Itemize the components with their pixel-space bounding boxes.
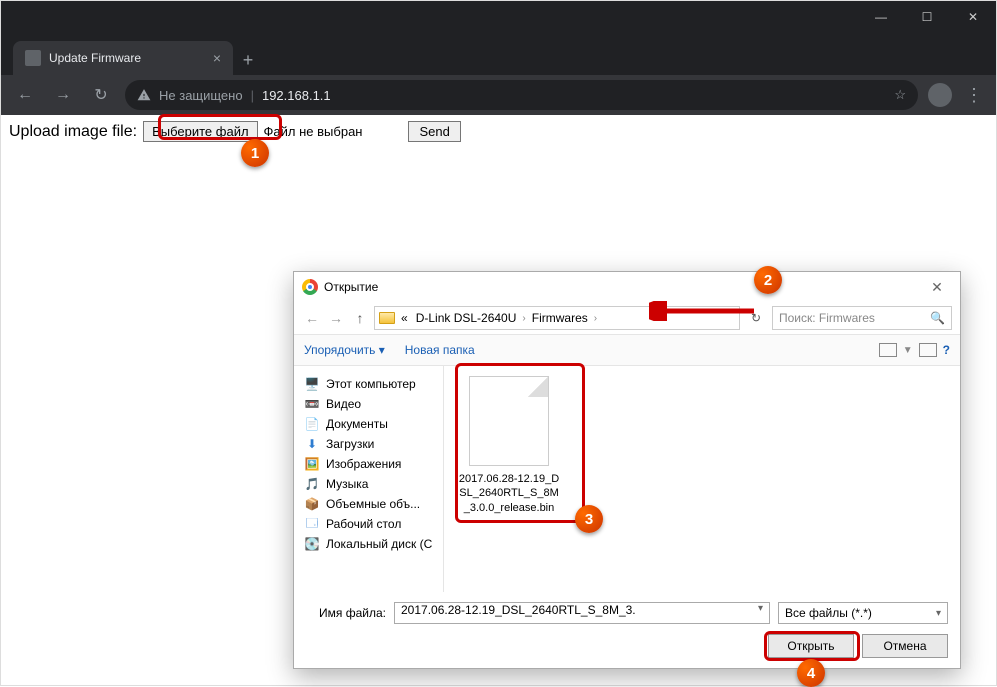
tree-label: Загрузки xyxy=(326,437,374,451)
tree-videos[interactable]: 📼 Видео xyxy=(300,394,437,414)
desktop-icon: 🗔 xyxy=(304,517,320,531)
tree-music[interactable]: 🎵 Музыка xyxy=(300,474,437,494)
tree-downloads[interactable]: ⬇ Загрузки xyxy=(300,434,437,454)
new-folder-button[interactable]: Новая папка xyxy=(405,343,475,357)
file-list[interactable]: 2017.06.28-12.19_DSL_2640RTL_S_8M_3.0.0_… xyxy=(444,366,960,592)
tree-localdisk[interactable]: 💽 Локальный диск (С xyxy=(300,534,437,554)
tree-label: Объемные объ... xyxy=(326,497,420,511)
search-placeholder: Поиск: Firmwares xyxy=(779,311,875,325)
tree-documents[interactable]: 📄 Документы xyxy=(300,414,437,434)
tree-label: Рабочий стол xyxy=(326,517,401,531)
preview-pane-button[interactable] xyxy=(919,343,937,357)
reload-button[interactable]: ↻ xyxy=(87,81,115,109)
filename-input[interactable]: 2017.06.28-12.19_DSL_2640RTL_S_8M_3.▾ xyxy=(394,602,770,624)
page-content: Upload image file: Выберите файл Файл не… xyxy=(1,115,996,148)
tree-label: Локальный диск (С xyxy=(326,537,432,551)
pc-icon: 🖥️ xyxy=(304,377,320,391)
dialog-nav: ← → ↑ « D-Link DSL-2640U › Firmwares › ↻… xyxy=(294,302,960,334)
window-titlebar: — ☐ ✕ xyxy=(1,1,996,37)
tab-title: Update Firmware xyxy=(49,51,141,65)
file-open-dialog: Открытие ✕ ← → ↑ « D-Link DSL-2640U › Fi… xyxy=(293,271,961,669)
upload-label: Upload image file: xyxy=(9,123,137,141)
tree-label: Этот компьютер xyxy=(326,377,416,391)
chrome-icon xyxy=(302,279,318,295)
breadcrumb-seg-1[interactable]: D-Link DSL-2640U xyxy=(414,311,519,325)
cancel-button[interactable]: Отмена xyxy=(862,634,948,658)
filetype-select[interactable]: Все файлы (*.*)▾ xyxy=(778,602,948,624)
dialog-forward-button[interactable]: → xyxy=(326,310,346,326)
tree-label: Изображения xyxy=(326,457,401,471)
window-close[interactable]: ✕ xyxy=(950,1,996,33)
profile-avatar[interactable] xyxy=(928,83,952,107)
omnibox[interactable]: Не защищено | 192.168.1.1 ☆ xyxy=(125,80,918,110)
help-button[interactable]: ? xyxy=(943,343,950,357)
tree-label: Документы xyxy=(326,417,388,431)
music-icon: 🎵 xyxy=(304,477,320,491)
tab-close-icon[interactable]: × xyxy=(213,50,221,66)
send-button[interactable]: Send xyxy=(408,121,460,142)
back-button[interactable]: ← xyxy=(11,81,39,109)
chevron-down-icon: ▼ xyxy=(903,345,913,356)
breadcrumb-prefix: « xyxy=(399,311,410,325)
download-icon: ⬇ xyxy=(304,437,320,451)
dialog-titlebar: Открытие ✕ xyxy=(294,272,960,302)
tab-strip: Update Firmware × + xyxy=(1,37,996,75)
picture-icon: 🖼️ xyxy=(304,457,320,471)
tree-pictures[interactable]: 🖼️ Изображения xyxy=(300,454,437,474)
dialog-back-button[interactable]: ← xyxy=(302,310,322,326)
chevron-right-icon: › xyxy=(594,313,597,324)
search-icon: 🔍 xyxy=(930,311,945,325)
dialog-title: Открытие xyxy=(324,280,378,294)
document-icon: 📄 xyxy=(304,417,320,431)
filename-value: 2017.06.28-12.19_DSL_2640RTL_S_8M_3. xyxy=(401,603,636,617)
not-secure-label: Не защищено xyxy=(159,88,243,103)
filename-label: Имя файла: xyxy=(306,606,386,620)
tree-label: Музыка xyxy=(326,477,368,491)
new-tab-button[interactable]: + xyxy=(233,45,263,75)
dialog-body: 🖥️ Этот компьютер 📼 Видео 📄 Документы ⬇ Загр… xyxy=(294,366,960,592)
breadcrumb-seg-2[interactable]: Firmwares xyxy=(530,311,590,325)
organize-menu[interactable]: Упорядочить ▾ xyxy=(304,343,385,357)
file-item[interactable]: 2017.06.28-12.19_DSL_2640RTL_S_8M_3.0.0_… xyxy=(454,376,564,515)
breadcrumb[interactable]: « D-Link DSL-2640U › Firmwares › xyxy=(374,306,740,330)
omnibox-separator: | xyxy=(251,88,254,103)
file-status: Файл не выбран xyxy=(264,124,363,139)
view-mode-button[interactable] xyxy=(879,343,897,357)
folder-icon xyxy=(379,312,395,324)
video-icon: 📼 xyxy=(304,397,320,411)
dialog-refresh-button[interactable]: ↻ xyxy=(744,311,768,325)
open-button[interactable]: Открыть xyxy=(768,634,854,658)
filetype-value: Все файлы (*.*) xyxy=(785,606,872,620)
dialog-search[interactable]: Поиск: Firmwares 🔍 xyxy=(772,306,952,330)
chevron-right-icon: › xyxy=(522,313,525,324)
dialog-footer: Имя файла: 2017.06.28-12.19_DSL_2640RTL_… xyxy=(294,592,960,668)
not-secure-icon xyxy=(137,88,151,102)
tree-desktop[interactable]: 🗔 Рабочий стол xyxy=(300,514,437,534)
file-name: 2017.06.28-12.19_DSL_2640RTL_S_8M_3.0.0_… xyxy=(454,472,564,515)
dialog-toolbar: Упорядочить ▾ Новая папка ▼ ? xyxy=(294,334,960,366)
dialog-up-button[interactable]: ↑ xyxy=(350,310,370,326)
tree-objects3d[interactable]: 📦 Объемные объ... xyxy=(300,494,437,514)
file-thumbnail-icon xyxy=(469,376,549,466)
address-bar: ← → ↻ Не защищено | 192.168.1.1 ☆ ⋮ xyxy=(1,75,996,115)
dialog-close-icon[interactable]: ✕ xyxy=(922,279,952,296)
favicon xyxy=(25,50,41,66)
url-text: 192.168.1.1 xyxy=(262,88,331,103)
forward-button[interactable]: → xyxy=(49,81,77,109)
tree-label: Видео xyxy=(326,397,361,411)
objects3d-icon: 📦 xyxy=(304,497,320,511)
bookmark-star-icon[interactable]: ☆ xyxy=(894,87,906,103)
browser-tab[interactable]: Update Firmware × xyxy=(13,41,233,75)
choose-file-button[interactable]: Выберите файл xyxy=(143,121,257,142)
window-minimize[interactable]: — xyxy=(858,1,904,33)
browser-menu-icon[interactable]: ⋮ xyxy=(962,85,986,106)
disk-icon: 💽 xyxy=(304,537,320,551)
window-maximize[interactable]: ☐ xyxy=(904,1,950,33)
tree-this-pc[interactable]: 🖥️ Этот компьютер xyxy=(300,374,437,394)
folder-tree: 🖥️ Этот компьютер 📼 Видео 📄 Документы ⬇ Загр… xyxy=(294,366,444,592)
